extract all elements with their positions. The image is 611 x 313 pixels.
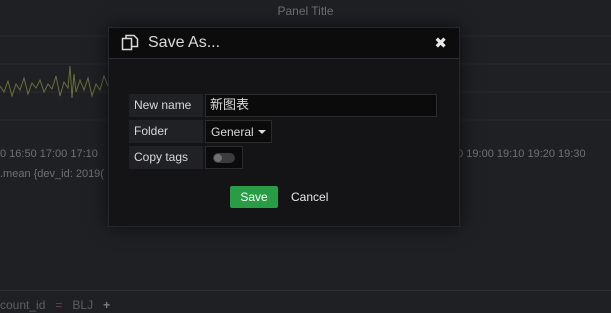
- chevron-down-icon: [257, 129, 266, 134]
- variable-operator: =: [55, 298, 63, 312]
- folder-value: General: [211, 124, 254, 139]
- close-icon[interactable]: ✖: [434, 34, 447, 52]
- add-filter-button[interactable]: +: [103, 298, 110, 312]
- graph-series-line: [0, 65, 109, 99]
- copy-icon: [121, 34, 139, 51]
- folder-row: Folder General: [129, 120, 437, 143]
- graph-legend: .mean {dev_id: 2019(: [0, 168, 104, 180]
- toggle-knob: [214, 153, 222, 162]
- name-row: New name 新图表: [129, 94, 437, 117]
- time-axis-left: 0 16:50 17:00 17:10: [0, 148, 98, 160]
- toggle-switch: [213, 152, 235, 163]
- dialog-header: Save As... ✖: [109, 28, 459, 59]
- dialog-title: Save As...: [148, 34, 221, 51]
- copy-tags-label: Copy tags: [129, 146, 203, 169]
- copy-tags-row: Copy tags: [129, 146, 437, 169]
- dialog-actions: Save Cancel: [230, 186, 328, 208]
- variable-name[interactable]: count_id: [0, 298, 45, 312]
- panel-title: Panel Title: [277, 4, 334, 18]
- variable-value[interactable]: BLJ: [72, 298, 93, 312]
- time-axis-right: 50 19:00 19:10 19:20 19:30: [451, 148, 586, 160]
- folder-select[interactable]: General: [205, 120, 272, 143]
- cancel-button[interactable]: Cancel: [291, 190, 328, 204]
- save-button[interactable]: Save: [230, 186, 278, 208]
- folder-label: Folder: [129, 120, 203, 143]
- name-label: New name: [129, 94, 203, 117]
- bottom-divider: [0, 290, 611, 291]
- copy-tags-toggle[interactable]: [205, 146, 243, 169]
- save-as-form: New name 新图表 Folder General Copy tags: [129, 94, 437, 172]
- save-as-dialog: Save As... ✖ New name 新图表 Folder General…: [108, 27, 460, 227]
- name-input[interactable]: 新图表: [205, 94, 437, 117]
- template-variable-bar: count_id = BLJ +: [0, 298, 110, 312]
